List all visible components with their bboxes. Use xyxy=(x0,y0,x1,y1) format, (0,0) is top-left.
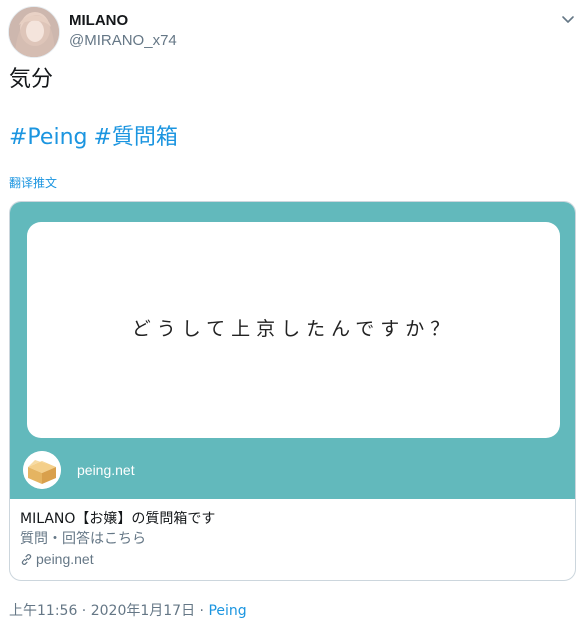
card-domain-text: peing.net xyxy=(36,551,94,567)
tweet-date[interactable]: 2020年1月17日 xyxy=(91,603,195,619)
card-description: 質問・回答はこちら xyxy=(20,531,146,547)
chevron-down-icon[interactable] xyxy=(559,10,577,28)
card-site-name: peing.net xyxy=(77,462,135,478)
author-display-name[interactable]: MILANO xyxy=(69,12,177,30)
hashtag-question-box[interactable]: #質問箱 xyxy=(93,125,177,150)
link-icon xyxy=(21,553,32,565)
translate-tweet-link[interactable]: 翻译推文 xyxy=(9,175,57,191)
tweet-time[interactable]: 上午11:56 xyxy=(9,603,77,619)
tweet-timestamp: 上午11:56 · 2020年1月17日 · Peing xyxy=(9,602,247,620)
card-title: MILANO【お嬢】の質問箱です xyxy=(20,511,216,527)
tweet-source[interactable]: Peing xyxy=(208,603,246,619)
hashtag-peing[interactable]: #Peing xyxy=(9,125,87,150)
separator: · xyxy=(77,603,91,619)
avatar-photo xyxy=(9,7,59,57)
card-meta: MILANO【お嬢】の質問箱です 質問・回答はこちら peing.net xyxy=(20,509,565,569)
tweet-text: 気分 xyxy=(9,67,54,92)
author-block: MILANO @MIRANO_x74 xyxy=(69,12,177,50)
question-text: どうして上京したんですか？ xyxy=(131,318,456,340)
hashtag-line: #Peing #質問箱 xyxy=(9,124,184,152)
avatar[interactable] xyxy=(8,6,60,58)
tweet: MILANO @MIRANO_x74 気分 #Peing #質問箱 翻译推文 どう… xyxy=(0,0,587,624)
cardboard-box-icon xyxy=(23,451,61,489)
card-domain: peing.net xyxy=(20,549,565,569)
link-card[interactable]: どうして上京したんですか？ peing.net MILANO【お嬢】の質問箱です… xyxy=(9,201,576,581)
separator: · xyxy=(195,603,209,619)
card-image[interactable]: どうして上京したんですか？ peing.net xyxy=(10,202,575,499)
question-box: どうして上京したんですか？ xyxy=(27,222,560,438)
author-handle[interactable]: @MIRANO_x74 xyxy=(69,32,177,50)
